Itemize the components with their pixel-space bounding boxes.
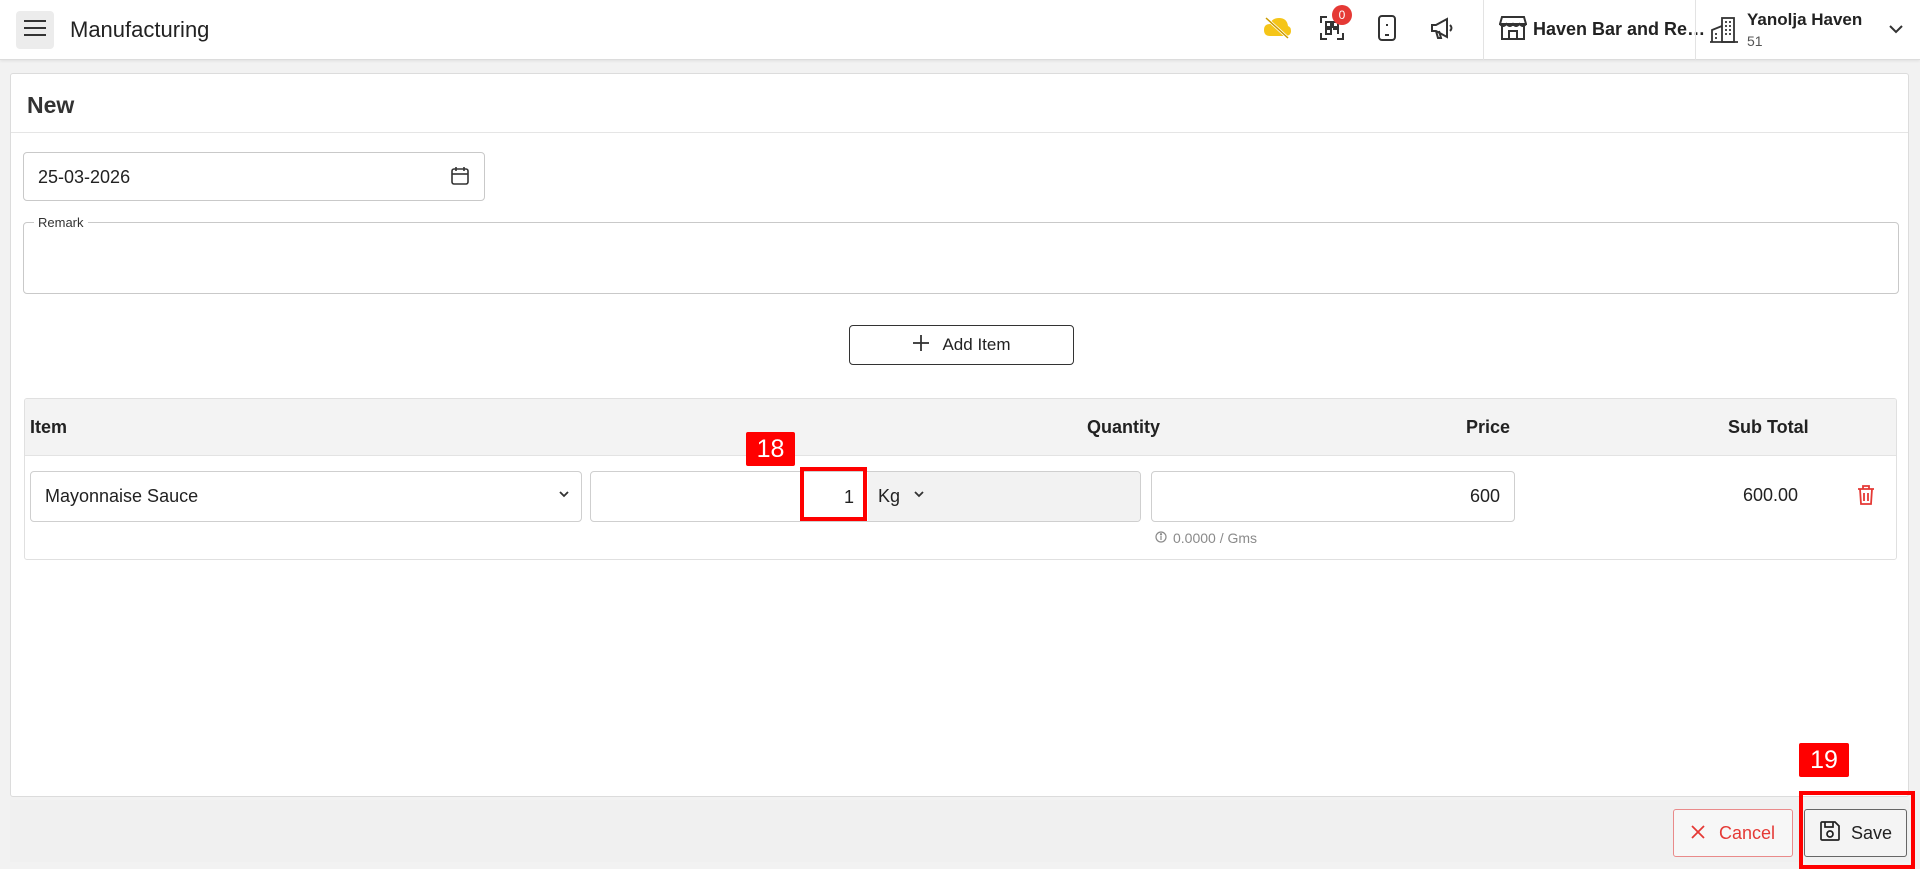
annotation-box-quantity <box>800 467 867 521</box>
megaphone-icon <box>1429 16 1455 45</box>
add-item-label: Add Item <box>942 335 1011 354</box>
date-field[interactable]: 25-03-2026 <box>23 152 485 201</box>
column-header-subtotal: Sub Total <box>1728 417 1809 437</box>
calendar-icon[interactable] <box>450 166 470 191</box>
column-header-price: Price <box>1466 417 1511 437</box>
price-value: 600 <box>1469 486 1500 506</box>
announcements-button[interactable] <box>1426 14 1458 46</box>
remark-label: Remark <box>34 215 88 230</box>
subtotal-value: 600.00 <box>1742 485 1798 505</box>
price-hint-text: 0.0000 / Gms <box>1173 530 1258 546</box>
mobile-icon <box>1377 14 1397 46</box>
sync-status-button[interactable] <box>1261 14 1293 46</box>
item-name: Mayonnaise Sauce <box>45 486 199 506</box>
header-divider <box>1695 0 1696 60</box>
user-menu-toggle[interactable] <box>1880 14 1912 46</box>
plus-icon <box>912 334 930 357</box>
qr-scan-button[interactable]: 0 <box>1316 5 1352 46</box>
mobile-button[interactable] <box>1371 14 1403 46</box>
close-icon <box>1691 823 1705 844</box>
chevron-down-icon <box>912 487 926 506</box>
date-value: 25-03-2026 <box>38 167 131 187</box>
form-footer <box>10 800 1909 862</box>
cancel-label: Cancel <box>1718 822 1776 843</box>
user-code: 51 <box>1747 33 1763 49</box>
manufacturing-form-card: New 25-03-2026 Remark Add Item Item Quan… <box>10 73 1909 797</box>
page-title: Manufacturing <box>70 17 210 42</box>
annotation-tag-19: 19 <box>1799 743 1849 777</box>
column-header-item: Item <box>30 417 68 437</box>
building-icon <box>1710 16 1738 49</box>
column-header-quantity: Quantity <box>1087 417 1161 437</box>
price-input[interactable]: 600 <box>1151 471 1515 522</box>
unit-value: Kg <box>878 486 901 506</box>
top-bar: Manufacturing 0 Haven Bar and Restaurant… <box>0 0 1920 60</box>
item-select[interactable]: Mayonnaise Sauce <box>30 471 582 522</box>
info-icon <box>1155 530 1167 546</box>
chevron-down-icon <box>557 487 571 506</box>
header-divider <box>1483 0 1484 60</box>
hamburger-icon <box>24 19 46 41</box>
remark-field[interactable]: Remark <box>23 215 1899 294</box>
cloud-off-icon <box>1262 16 1292 45</box>
annotation-box-save <box>1799 791 1915 869</box>
divider <box>11 132 1908 133</box>
menu-button[interactable] <box>16 11 54 49</box>
unit-select[interactable]: Kg <box>868 472 1140 521</box>
cancel-button[interactable]: Cancel <box>1673 809 1793 857</box>
table-header: Item Quantity Price Sub Total <box>25 399 1896 456</box>
user-name[interactable]: Yanolja Haven <box>1747 10 1862 30</box>
store-icon-wrap <box>1497 14 1529 46</box>
annotation-tag-18: 18 <box>746 432 795 466</box>
form-title: New <box>27 92 75 118</box>
outlet-selector[interactable]: Haven Bar and Restaurant <box>1533 19 1713 40</box>
delete-row-button[interactable] <box>1852 483 1880 511</box>
price-per-unit-hint: 0.0000 / Gms <box>1155 530 1257 546</box>
trash-icon <box>1856 484 1876 511</box>
building-icon-wrap <box>1708 16 1740 48</box>
add-item-button[interactable]: Add Item <box>849 325 1074 365</box>
chevron-down-icon <box>1888 21 1904 39</box>
items-table: Item Quantity Price Sub Total Mayonnaise… <box>24 398 1897 560</box>
notification-badge: 0 <box>1332 5 1352 25</box>
store-icon <box>1498 15 1528 46</box>
